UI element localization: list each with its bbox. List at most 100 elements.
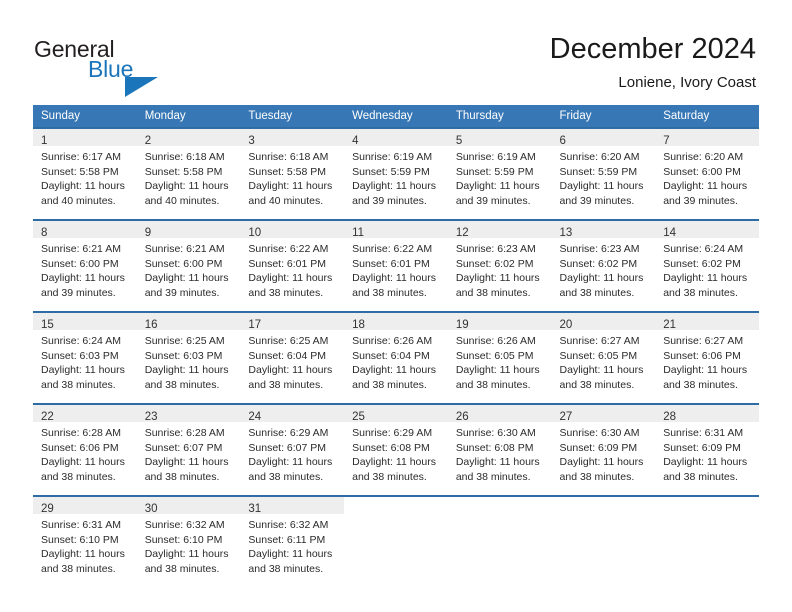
calendar-day-cell[interactable]: 4 Sunrise: 6:19 AM Sunset: 5:59 PM Daylight… [344,127,448,220]
calendar-day-cell[interactable]: 30 Sunrise: 6:32 AM Sunset: 6:10 PM Dayligh… [136,495,241,587]
calendar-day-cell[interactable]: 18 Sunrise: 6:26 AM Sunset: 6:04 PM Dayligh… [344,311,448,404]
day-number: 17 [248,319,262,331]
day-number: 20 [559,319,573,331]
day-cell-details: Sunrise: 6:24 AM Sunset: 6:03 PM Daylight:… [33,330,137,392]
sunrise-time: Sunrise: 6:27 AM [559,335,640,347]
calendar-day-cell[interactable]: 7 Sunrise: 6:20 AM Sunset: 6:00 PM Daylight… [655,127,759,220]
calendar-day-cell[interactable]: 10 Sunrise: 6:22 AM Sunset: 6:01 PM Dayligh… [240,219,345,312]
calendar-day-cell[interactable]: 28 Sunrise: 6:31 AM Sunset: 6:09 PM Dayligh… [655,403,759,496]
day-number-band: 22 [33,405,137,423]
sunset-time: Sunset: 5:59 PM [559,165,638,178]
day-number-band: 1 [33,129,137,147]
sunrise-time: Sunrise: 6:30 AM [455,427,536,439]
day-number: 7 [663,135,670,147]
calendar-day-cell-empty [447,495,552,587]
day-number: 2 [144,135,152,147]
day-number: 15 [41,319,54,331]
calendar-day-cell[interactable]: 5 Sunrise: 6:19 AM Sunset: 5:59 PM Daylight… [447,127,552,220]
sunset-time: Sunset: 6:01 PM [352,257,430,270]
calendar-day-cell[interactable]: 2 Sunrise: 6:18 AM Sunset: 5:58 PM Daylight… [136,127,241,220]
calendar-day-cell[interactable]: 20 Sunrise: 6:27 AM Sunset: 6:05 PM Dayligh… [551,311,656,404]
sunset-time: Sunset: 6:00 PM [663,165,741,178]
sunrise-time: Sunrise: 6:22 AM [352,243,433,255]
sunrise-time: Sunrise: 6:25 AM [144,335,225,347]
sunset-time: Sunset: 6:01 PM [248,257,327,270]
day-number-band: 6 [551,129,656,147]
calendar-day-cell[interactable]: 16 Sunrise: 6:25 AM Sunset: 6:03 PM Dayligh… [136,311,241,404]
calendar-day-cell[interactable]: 13 Sunrise: 6:23 AM Sunset: 6:02 PM Dayligh… [551,219,656,312]
day-number-band: 26 [447,405,552,423]
calendar-day-cell[interactable]: 31 Sunrise: 6:32 AM Sunset: 6:11 PM Dayligh… [240,495,345,587]
calendar-day-cell[interactable]: 15 Sunrise: 6:24 AM Sunset: 6:03 PM Dayligh… [33,311,137,404]
calendar-day-cell[interactable]: 6 Sunrise: 6:20 AM Sunset: 5:59 PM Daylight… [551,127,656,220]
day-cell-details [655,514,759,518]
sunset-time: Sunset: 6:02 PM [559,257,638,270]
sunset-time: Sunset: 6:06 PM [41,441,119,454]
daylight-duration-line2: and 38 minutes. [559,470,635,483]
calendar-day-cell[interactable]: 1 Sunrise: 6:17 AM Sunset: 5:58 PM Daylight… [33,127,137,220]
day-number: 24 [248,411,262,423]
day-cell-details: Sunrise: 6:19 AM Sunset: 5:59 PM Daylight:… [448,146,552,208]
daylight-duration-line2: and 40 minutes. [41,194,116,207]
day-number: 1 [41,135,48,147]
day-cell-inner: 22 Sunrise: 6:28 AM Sunset: 6:06 PM Dayligh… [33,405,137,495]
daylight-duration-line1: Daylight: 11 hours [559,456,644,469]
daylight-duration-line2: and 38 minutes. [455,286,531,299]
day-number-band: 29 [33,497,137,515]
weekday-header-tuesday: Tuesday [240,105,345,128]
day-cell-details [448,514,552,518]
weekday-header-friday: Friday [551,105,656,128]
sunset-time: Sunset: 6:08 PM [352,441,430,454]
calendar-day-cell[interactable]: 11 Sunrise: 6:22 AM Sunset: 6:01 PM Dayligh… [344,219,448,312]
day-cell-inner: 31 Sunrise: 6:32 AM Sunset: 6:11 PM Dayligh… [240,497,345,587]
sunset-time: Sunset: 5:59 PM [352,165,430,178]
calendar-day-cell[interactable]: 19 Sunrise: 6:26 AM Sunset: 6:05 PM Dayligh… [447,311,552,404]
sunrise-time: Sunrise: 6:31 AM [663,427,744,439]
calendar-day-cell[interactable]: 23 Sunrise: 6:28 AM Sunset: 6:07 PM Dayligh… [136,403,241,496]
calendar-day-cell[interactable]: 24 Sunrise: 6:29 AM Sunset: 6:07 PM Dayligh… [240,403,345,496]
daylight-duration-line1: Daylight: 11 hours [352,456,436,469]
calendar-day-cell[interactable]: 26 Sunrise: 6:30 AM Sunset: 6:08 PM Dayligh… [447,403,552,496]
calendar-day-cell[interactable]: 29 Sunrise: 6:31 AM Sunset: 6:10 PM Dayligh… [33,495,137,587]
calendar-day-cell[interactable]: 21 Sunrise: 6:27 AM Sunset: 6:06 PM Dayligh… [655,311,759,404]
day-cell-details: Sunrise: 6:27 AM Sunset: 6:06 PM Daylight:… [655,330,759,392]
sunrise-time: Sunrise: 6:23 AM [455,243,536,255]
daylight-duration-line1: Daylight: 11 hours [455,272,540,285]
day-cell-inner: 9 Sunrise: 6:21 AM Sunset: 6:00 PM Daylight… [136,221,241,311]
day-number-band: 10 [240,221,345,239]
calendar-day-cell[interactable]: 12 Sunrise: 6:23 AM Sunset: 6:02 PM Dayligh… [447,219,552,312]
calendar-day-cell[interactable]: 9 Sunrise: 6:21 AM Sunset: 6:00 PM Daylight… [136,219,241,312]
day-number: 29 [41,503,54,515]
day-number-band [447,497,552,514]
calendar-day-cell-empty [655,495,759,587]
weekday-header-thursday: Thursday [447,105,552,128]
calendar-day-cell[interactable]: 27 Sunrise: 6:30 AM Sunset: 6:09 PM Dayligh… [551,403,656,496]
calendar-day-cell[interactable]: 25 Sunrise: 6:29 AM Sunset: 6:08 PM Dayligh… [344,403,448,496]
calendar-day-cell[interactable]: 22 Sunrise: 6:28 AM Sunset: 6:06 PM Dayligh… [33,403,137,496]
day-cell-inner: 19 Sunrise: 6:26 AM Sunset: 6:05 PM Dayligh… [447,313,552,403]
daylight-duration-line1: Daylight: 11 hours [455,456,540,469]
day-cell-inner [344,497,448,587]
day-number-band: 5 [447,129,552,147]
day-cell-inner: 24 Sunrise: 6:29 AM Sunset: 6:07 PM Dayligh… [240,405,345,495]
day-cell-details: Sunrise: 6:19 AM Sunset: 5:59 PM Daylight:… [344,146,448,208]
daylight-duration-line2: and 38 minutes. [663,286,738,299]
daylight-duration-line1: Daylight: 11 hours [248,364,333,377]
sunrise-time: Sunrise: 6:28 AM [144,427,225,439]
day-cell-inner: 13 Sunrise: 6:23 AM Sunset: 6:02 PM Dayligh… [551,221,656,311]
day-cell-details: Sunrise: 6:21 AM Sunset: 6:00 PM Daylight:… [33,238,137,300]
daylight-duration-line1: Daylight: 11 hours [663,364,748,377]
day-cell-inner: 2 Sunrise: 6:18 AM Sunset: 5:58 PM Daylight… [136,129,241,219]
calendar-day-cell[interactable]: 8 Sunrise: 6:21 AM Sunset: 6:00 PM Daylight… [33,219,137,312]
daylight-duration-line2: and 38 minutes. [144,470,220,483]
page-title: December 2024 [549,33,756,65]
day-cell-inner: 15 Sunrise: 6:24 AM Sunset: 6:03 PM Dayligh… [33,313,137,403]
day-number-band: 21 [655,313,759,331]
day-cell-details: Sunrise: 6:26 AM Sunset: 6:05 PM Daylight:… [448,330,552,392]
daylight-duration-line2: and 38 minutes. [559,286,635,299]
daylight-duration-line1: Daylight: 11 hours [663,272,748,285]
calendar-day-cell[interactable]: 17 Sunrise: 6:25 AM Sunset: 6:04 PM Dayligh… [240,311,345,404]
calendar-day-cell[interactable]: 14 Sunrise: 6:24 AM Sunset: 6:02 PM Dayligh… [655,219,759,312]
calendar-day-cell[interactable]: 3 Sunrise: 6:18 AM Sunset: 5:58 PM Daylight… [240,127,345,220]
day-number: 14 [663,227,677,239]
